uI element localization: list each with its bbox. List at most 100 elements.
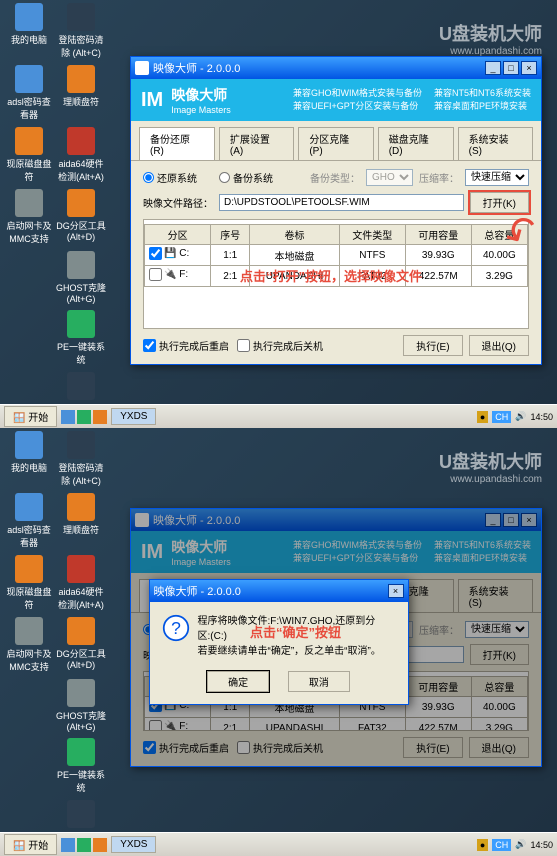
backup-type-select: GHO: [366, 169, 413, 186]
icon-image: [67, 431, 95, 459]
table-header[interactable]: 分区: [145, 225, 211, 245]
question-icon: ?: [162, 614, 190, 642]
desktop-icon[interactable]: PE一键装系统: [55, 738, 107, 794]
screenshot-2: U盘装机大师 www.upandashi.com 我的电脑登陆密码清除 (Alt…: [0, 428, 557, 856]
window-title: 映像大师 - 2.0.0.0: [153, 60, 240, 76]
close-button[interactable]: ×: [521, 61, 537, 75]
close-button: ×: [521, 513, 537, 527]
banner-title: 映像大师: [171, 85, 231, 105]
watermark-title: U盘装机大师: [439, 24, 542, 44]
tab[interactable]: 备份还原 (R): [139, 127, 215, 160]
icon-image: [67, 127, 95, 155]
table-header[interactable]: 可用容量: [405, 225, 471, 245]
tab[interactable]: 系统安装 (S): [458, 579, 533, 612]
radio-backup[interactable]: 备份系统: [219, 170, 273, 185]
row-checkbox[interactable]: [149, 720, 162, 731]
compress-select[interactable]: 快速压缩: [465, 169, 529, 186]
desktop-icon[interactable]: 启动网卡及MMC支持: [3, 617, 55, 673]
icon-label: GHOST克隆 (Alt+G): [55, 709, 107, 732]
chk-shutdown[interactable]: 执行完成后关机: [237, 338, 323, 353]
dialog-title: 映像大师 - 2.0.0.0: [154, 583, 241, 599]
icon-label: 现原磁盘盘符: [3, 585, 55, 611]
icon-image: [67, 310, 95, 338]
table-header[interactable]: 卷标: [250, 225, 340, 245]
banner-subtitle: Image Masters: [171, 105, 231, 115]
table-header[interactable]: 序号: [211, 225, 250, 245]
icon-image: [67, 738, 95, 766]
desktop-icon[interactable]: 我的电脑: [3, 3, 55, 46]
icon-image: [67, 251, 95, 279]
desktop-icon[interactable]: 我的电脑: [3, 431, 55, 474]
system-tray[interactable]: ● CH 🔊 14:50: [477, 411, 553, 423]
icon-image: [15, 617, 43, 645]
desktop-icon[interactable]: DG分区工具 (Alt+D): [55, 617, 107, 670]
main-window: 映像大师 - 2.0.0.0 _ □ × IM 映像大师 Image Maste…: [130, 56, 542, 365]
table-header[interactable]: 文件类型: [339, 225, 405, 245]
icon-image: [67, 679, 95, 707]
icon-image: [67, 800, 95, 828]
minimize-button[interactable]: _: [485, 61, 501, 75]
tab[interactable]: 磁盘克隆 (D): [378, 127, 454, 160]
tab[interactable]: 系统安装 (S): [458, 127, 533, 160]
table-row[interactable]: 🔌 F: 2:1 UPANDASHI FAT32 422.57M 3.29G: [145, 718, 528, 732]
row-checkbox[interactable]: [149, 268, 162, 281]
desktop-icon[interactable]: 登陆密码清除 (Alt+C): [55, 3, 107, 59]
table-row[interactable]: 💾 C: 1:1 本地磁盘 NTFS 39.93G 40.00G: [145, 245, 528, 266]
system-tray[interactable]: ● CH 🔊 14:50: [477, 839, 553, 851]
cancel-button[interactable]: 取消: [288, 671, 350, 692]
desktop-icon[interactable]: adsl密码查看器: [3, 65, 55, 121]
desktop-icon[interactable]: 理顺盘符: [55, 493, 107, 536]
icon-image: [67, 493, 95, 521]
ok-button[interactable]: 确定: [207, 671, 269, 692]
icon-image: [15, 493, 43, 521]
dialog-titlebar[interactable]: 映像大师 - 2.0.0.0 ×: [150, 580, 408, 602]
row-checkbox[interactable]: [149, 247, 162, 260]
desktop-icon[interactable]: 现原磁盘盘符: [3, 127, 55, 183]
chk-reboot[interactable]: 执行完成后重启: [143, 338, 229, 353]
start-button[interactable]: 🪟 开始: [4, 834, 57, 855]
titlebar[interactable]: 映像大师 - 2.0.0.0 _ □ ×: [131, 57, 541, 79]
tab[interactable]: 扩展设置 (A): [219, 127, 294, 160]
dialog-close[interactable]: ×: [388, 584, 404, 598]
table-header[interactable]: 可用容量: [405, 677, 471, 697]
desktop-icon[interactable]: DG分区工具 (Alt+D): [55, 189, 107, 242]
titlebar: 映像大师 - 2.0.0.0 _ □ ×: [131, 509, 541, 531]
desktop-icon[interactable]: aida64硬件检测(Alt+A): [55, 127, 107, 183]
icon-image: [15, 189, 43, 217]
content: 还原系统 备份系统 备份类型： GHO 压缩率： 快速压缩 映像文件路径： 打开…: [131, 161, 541, 364]
tabs: 备份还原 (R)扩展设置 (A)分区克隆 (P)磁盘克隆 (D)系统安装 (S): [131, 121, 541, 161]
exit-button[interactable]: 退出(Q): [469, 335, 529, 356]
maximize-button[interactable]: □: [503, 61, 519, 75]
backup-type-label: 备份类型：: [310, 170, 360, 185]
desktop-icon[interactable]: 登陆密码清除 (Alt+C): [55, 431, 107, 487]
desktop-icon[interactable]: 启动网卡及MMC支持: [3, 189, 55, 245]
icon-image: [67, 617, 95, 645]
desktop-icon[interactable]: GHOST克隆 (Alt+G): [55, 251, 107, 304]
table-header[interactable]: 总容量: [471, 677, 527, 697]
path-input[interactable]: [219, 194, 464, 211]
start-button[interactable]: 🪟 开始: [4, 406, 57, 427]
icon-image: [15, 431, 43, 459]
task-yxds[interactable]: YXDS: [111, 836, 156, 853]
desktop-icon[interactable]: 现原磁盘盘符: [3, 555, 55, 611]
task-yxds[interactable]: YXDS: [111, 408, 156, 425]
icon-label: aida64硬件检测(Alt+A): [55, 157, 107, 183]
tab[interactable]: 分区克隆 (P): [298, 127, 373, 160]
compress-label: 压缩率：: [419, 170, 459, 185]
icon-image: [15, 65, 43, 93]
icon-label: 登陆密码清除 (Alt+C): [55, 461, 107, 487]
quick-launch[interactable]: [61, 410, 107, 424]
taskbar: 🪟 开始 YXDS ● CH 🔊 14:50: [0, 832, 557, 856]
desktop-icon[interactable]: 理顺盘符: [55, 65, 107, 108]
app-icon: [135, 513, 149, 527]
desktop-icons: 我的电脑登陆密码清除 (Alt+C)adsl密码查看器理顺盘符现原磁盘盘符aid…: [3, 431, 123, 856]
radio-restore[interactable]: 还原系统: [143, 170, 197, 185]
desktop-icon[interactable]: PE一键装系统: [55, 310, 107, 366]
quick-launch[interactable]: [61, 838, 107, 852]
minimize-button: _: [485, 513, 501, 527]
desktop-icon[interactable]: aida64硬件检测(Alt+A): [55, 555, 107, 611]
desktop-icon[interactable]: GHOST克隆 (Alt+G): [55, 679, 107, 732]
desktop-icon[interactable]: adsl密码查看器: [3, 493, 55, 549]
execute-button[interactable]: 执行(E): [403, 335, 462, 356]
icon-label: PE一键装系统: [55, 768, 107, 794]
